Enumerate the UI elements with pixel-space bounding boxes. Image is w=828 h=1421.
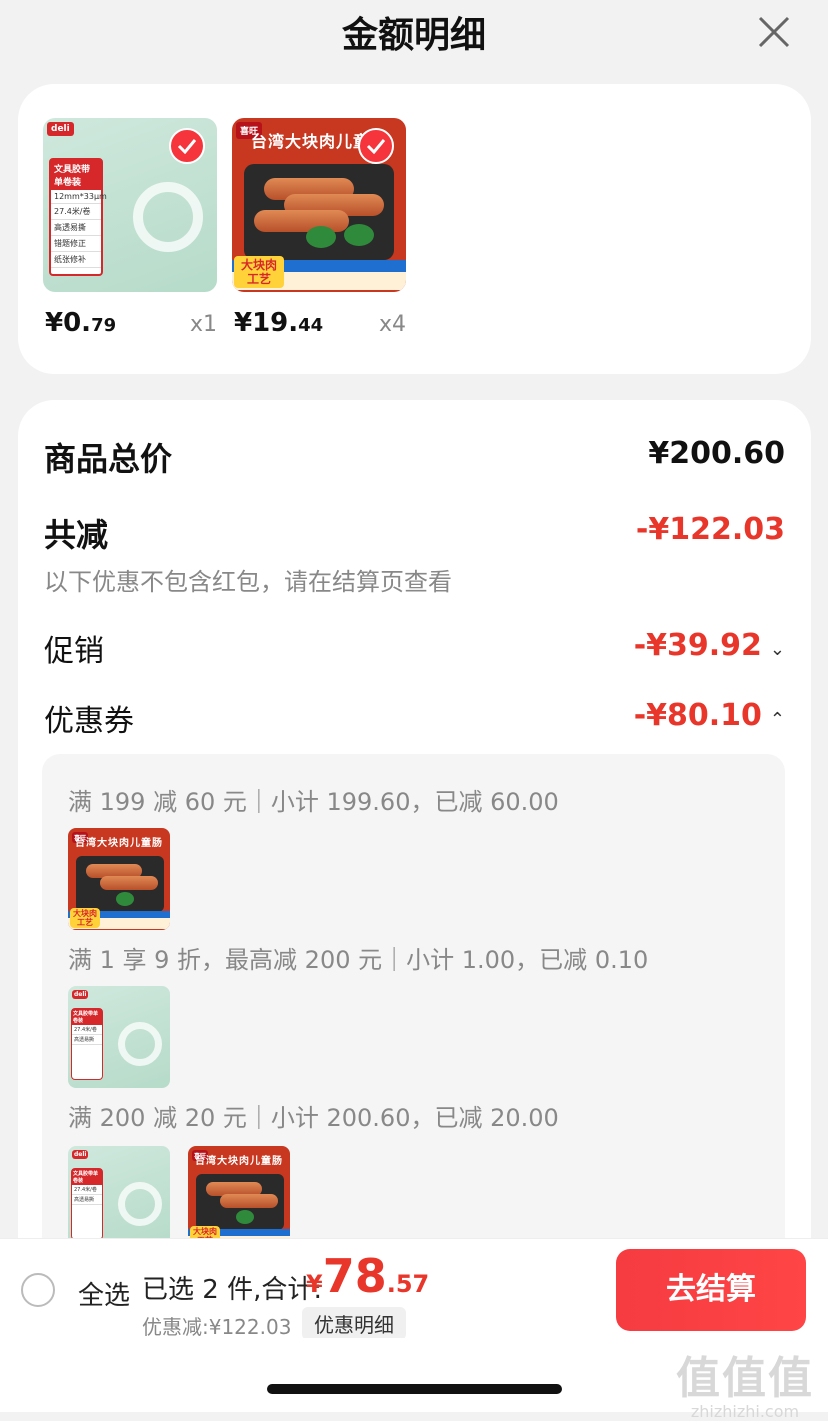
product-price: ¥19.44 xyxy=(234,308,324,338)
product-item[interactable]: 喜旺 台湾大块肉儿童肠 大块肉工艺 ¥19.44 x4 xyxy=(232,118,406,346)
coupon-product-thumb[interactable]: deli 文具胶带单卷装 27.4米/卷 高透易撕 xyxy=(68,1146,170,1248)
coupon-rule: 满 199 减 60 元｜小计 199.60，已减 60.00 xyxy=(68,788,559,816)
reduce-value: -¥122.03 xyxy=(635,512,785,547)
package-title: 文具胶带单卷装 xyxy=(72,1169,102,1185)
coupon-product-thumb[interactable]: deli 文具胶带单卷装 27.4米/卷 高透易撕 xyxy=(68,986,170,1088)
chevron-up-icon[interactable]: ⌃ xyxy=(770,709,785,730)
select-all-label[interactable]: 全选 xyxy=(78,1275,130,1312)
product-image[interactable]: 喜旺 台湾大块肉儿童肠 大块肉工艺 xyxy=(232,118,406,292)
product-image[interactable]: deli 文具胶带单卷装 12mm*33μm 27.4米/卷 高透易撕 错题修正… xyxy=(43,118,217,292)
image-badge: 大块肉工艺 xyxy=(234,256,284,288)
discount-detail-button[interactable]: 优惠明细 xyxy=(302,1307,406,1340)
promo-label[interactable]: 促销 xyxy=(44,626,104,670)
product-quantity: x1 xyxy=(189,312,217,337)
close-button[interactable] xyxy=(752,10,796,54)
product-price: ¥0.79 xyxy=(45,308,117,338)
package-length: 27.4米/卷 xyxy=(72,1025,102,1035)
image-badge: 大块肉工艺 xyxy=(70,908,100,928)
coupon-amount: -¥80.10 xyxy=(633,698,762,733)
promo-amount: -¥39.92 xyxy=(633,628,762,663)
checkout-bar: 全选 已选 2 件,合计: ¥78.57 优惠减:¥122.03 优惠明细 去结… xyxy=(0,1238,828,1340)
package-spec: 12mm*33μm xyxy=(51,190,107,204)
currency-symbol: ¥ xyxy=(306,1270,323,1298)
package-feature: 高透易撕 xyxy=(72,1035,102,1045)
selected-check-icon[interactable] xyxy=(358,128,394,164)
coupon-product-thumb[interactable]: 喜旺 台湾大块肉儿童肠 大块肉工艺 xyxy=(68,828,170,930)
watermark: 值值值 zhizhizhi.com xyxy=(676,1356,814,1421)
brand-logo: deli xyxy=(47,122,74,136)
promo-value[interactable]: -¥39.92 ⌄ xyxy=(634,628,785,663)
total-decimal: .57 xyxy=(386,1270,430,1298)
brand-logo: deli xyxy=(72,990,89,999)
reduce-label: 共减 xyxy=(44,516,109,554)
image-title: 台湾大块肉儿童肠 xyxy=(195,1156,283,1167)
package-length: 27.4米/卷 xyxy=(72,1185,102,1195)
page-title: 金额明细 xyxy=(341,15,486,56)
image-title: 台湾大块肉儿童肠 xyxy=(75,838,163,849)
product-quantity: x4 xyxy=(378,312,406,337)
coupon-label[interactable]: 优惠券 xyxy=(44,696,134,740)
selected-check-icon[interactable] xyxy=(169,128,205,164)
select-all-radio[interactable] xyxy=(21,1273,55,1307)
total-integer: 78 xyxy=(322,1249,387,1303)
coupon-product-thumb[interactable]: 喜旺 台湾大块肉儿童肠 大块肉工艺 xyxy=(188,1146,290,1248)
products-card: deli 文具胶带单卷装 12mm*33μm 27.4米/卷 高透易撕 错题修正… xyxy=(18,84,811,374)
discount-note: 以下优惠不包含红包，请在结算页查看 xyxy=(44,568,452,596)
chevron-down-icon[interactable]: ⌄ xyxy=(770,639,785,660)
package-feature: 错题修正 xyxy=(51,236,101,252)
close-icon xyxy=(758,16,790,48)
total-label: 商品总价 xyxy=(44,440,173,478)
brand-logo: deli xyxy=(72,1150,89,1159)
sausage-plate-graphic xyxy=(244,164,394,260)
home-indicator[interactable] xyxy=(267,1384,562,1394)
discount-summary: 优惠减:¥122.03 xyxy=(142,1315,292,1339)
product-item[interactable]: deli 文具胶带单卷装 12mm*33μm 27.4米/卷 高透易撕 错题修正… xyxy=(43,118,217,346)
package-title: 文具胶带单卷装 xyxy=(72,1009,102,1025)
coupon-value[interactable]: -¥80.10 ⌃ xyxy=(634,698,785,733)
coupon-rule: 满 1 享 9 折，最高减 200 元｜小计 1.00，已减 0.10 xyxy=(68,946,649,974)
package-title: 文具胶带单卷装 xyxy=(51,160,101,190)
package-feature: 高透易撕 xyxy=(72,1195,102,1205)
total-value: ¥200.60 xyxy=(648,436,785,471)
package-label: 文具胶带单卷装 12mm*33μm 27.4米/卷 高透易撕 错题修正 纸张修补 xyxy=(49,158,107,276)
checkout-button[interactable]: 去结算 xyxy=(616,1249,806,1331)
coupon-rule: 满 200 减 20 元｜小计 200.60，已减 20.00 xyxy=(68,1104,559,1132)
package-feature: 纸张修补 xyxy=(51,252,101,268)
selected-count-text: 已选 2 件,合计: xyxy=(142,1275,323,1305)
watermark-logo: 值值值 xyxy=(676,1353,814,1404)
tape-roll-graphic xyxy=(133,182,203,252)
package-feature: 高透易撕 xyxy=(51,220,101,236)
package-length: 27.4米/卷 xyxy=(51,204,101,220)
total-amount: ¥78.57 xyxy=(306,1249,429,1303)
coupon-detail-panel: 满 199 减 60 元｜小计 199.60，已减 60.00 喜旺 台湾大块肉… xyxy=(42,754,785,1314)
home-area: 值值值 zhizhizhi.com xyxy=(0,1338,828,1421)
